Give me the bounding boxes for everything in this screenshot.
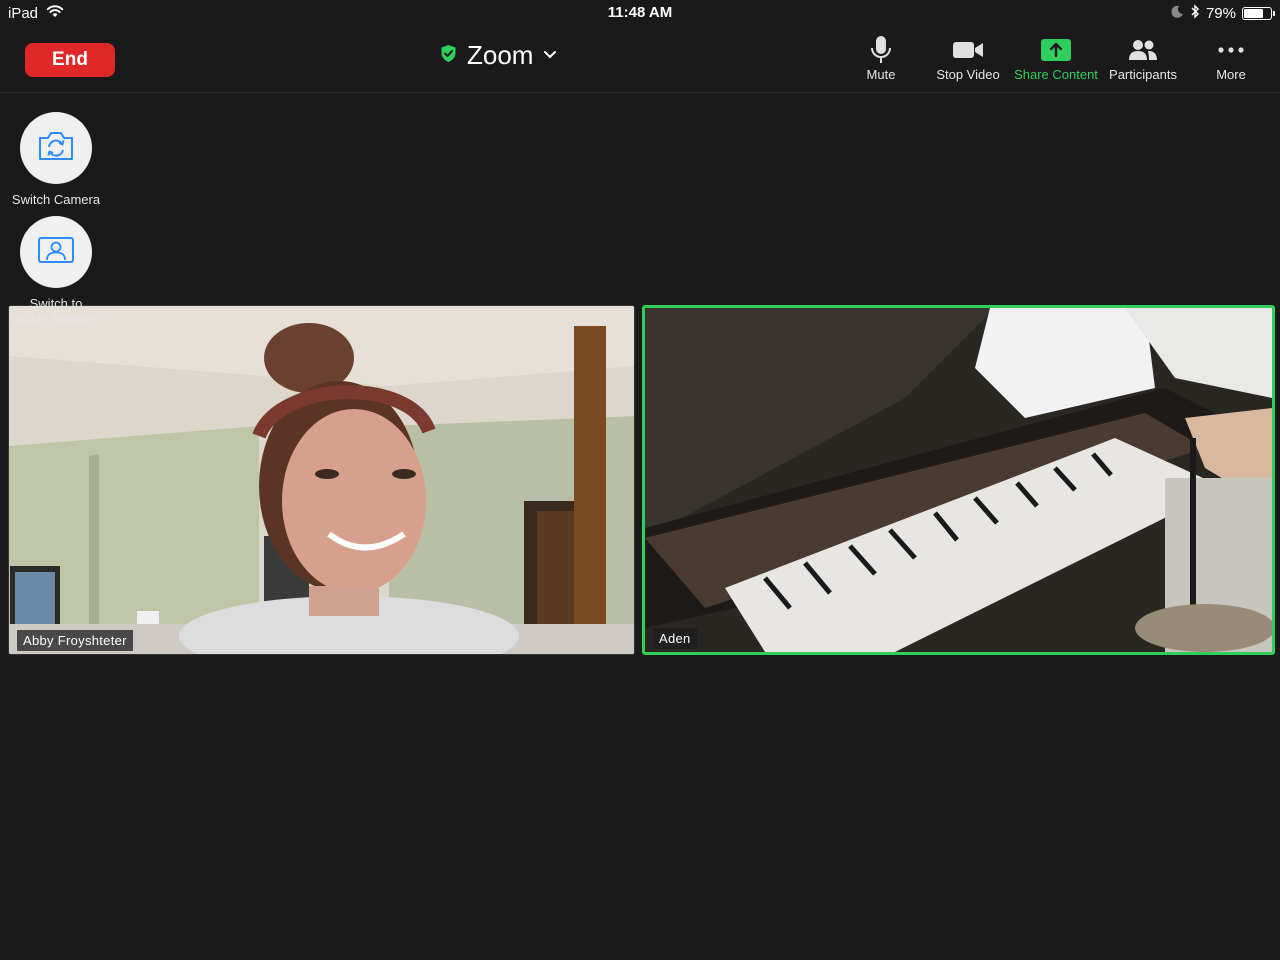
share-upload-icon [1040, 34, 1072, 66]
participants-button[interactable]: Participants [1095, 34, 1191, 86]
switch-speaker-label: Switch to Active Speaker [12, 296, 99, 326]
switch-speaker-label-line1: Switch to [29, 296, 83, 311]
bluetooth-icon [1190, 4, 1200, 23]
participants-icon [1127, 34, 1159, 66]
mute-button[interactable]: Mute [833, 34, 929, 86]
switch-camera-label: Switch Camera [11, 192, 101, 207]
more-label: More [1216, 67, 1246, 82]
switch-camera-circle [20, 112, 92, 184]
switch-speaker-circle [20, 216, 92, 288]
participants-label: Participants [1109, 67, 1177, 82]
meeting-title-dropdown[interactable]: Zoom [440, 40, 557, 71]
stop-video-label: Stop Video [936, 67, 1000, 82]
switch-speaker-label-line2: Active Speaker [12, 311, 100, 326]
status-right: 79% [1171, 4, 1275, 23]
video-tile-participant-2[interactable]: Aden [642, 305, 1275, 655]
stop-video-button[interactable]: Stop Video [920, 34, 1016, 86]
participant-2-video-feed [645, 308, 1272, 652]
mute-label: Mute [866, 67, 896, 82]
meeting-title: Zoom [467, 40, 534, 70]
participant-name-tag: Aden [653, 628, 697, 649]
switch-to-active-speaker-button[interactable]: Switch to Active Speaker [8, 216, 104, 326]
battery-fill [1244, 9, 1263, 18]
status-time: 11:48 AM [607, 4, 673, 21]
participant-1-video-feed [9, 306, 634, 654]
camera-rotate-icon [36, 130, 76, 167]
meeting-toolbar: End Zoom Mute Stop Video Share Content P… [0, 26, 1280, 93]
end-meeting-button[interactable]: End [25, 43, 115, 77]
shield-check-icon [440, 44, 457, 68]
share-content-label: Share Content [1014, 67, 1098, 82]
video-tile-participant-1[interactable]: Abby Froyshteter [8, 305, 635, 655]
status-bar: iPad 11:48 AM 79% [0, 0, 1280, 26]
moon-icon [1171, 5, 1184, 22]
more-dots-icon [1217, 34, 1245, 66]
chevron-down-icon [543, 47, 557, 65]
microphone-icon [870, 34, 892, 66]
video-camera-icon [952, 34, 984, 66]
switch-camera-button[interactable]: Switch Camera [8, 112, 104, 207]
more-button[interactable]: More [1183, 34, 1279, 86]
battery-percent: 79% [1205, 5, 1236, 22]
participant-name-tag: Abby Froyshteter [17, 630, 133, 651]
share-content-button[interactable]: Share Content [1008, 34, 1104, 86]
battery-icon [1242, 7, 1275, 20]
active-speaker-icon [37, 236, 75, 269]
